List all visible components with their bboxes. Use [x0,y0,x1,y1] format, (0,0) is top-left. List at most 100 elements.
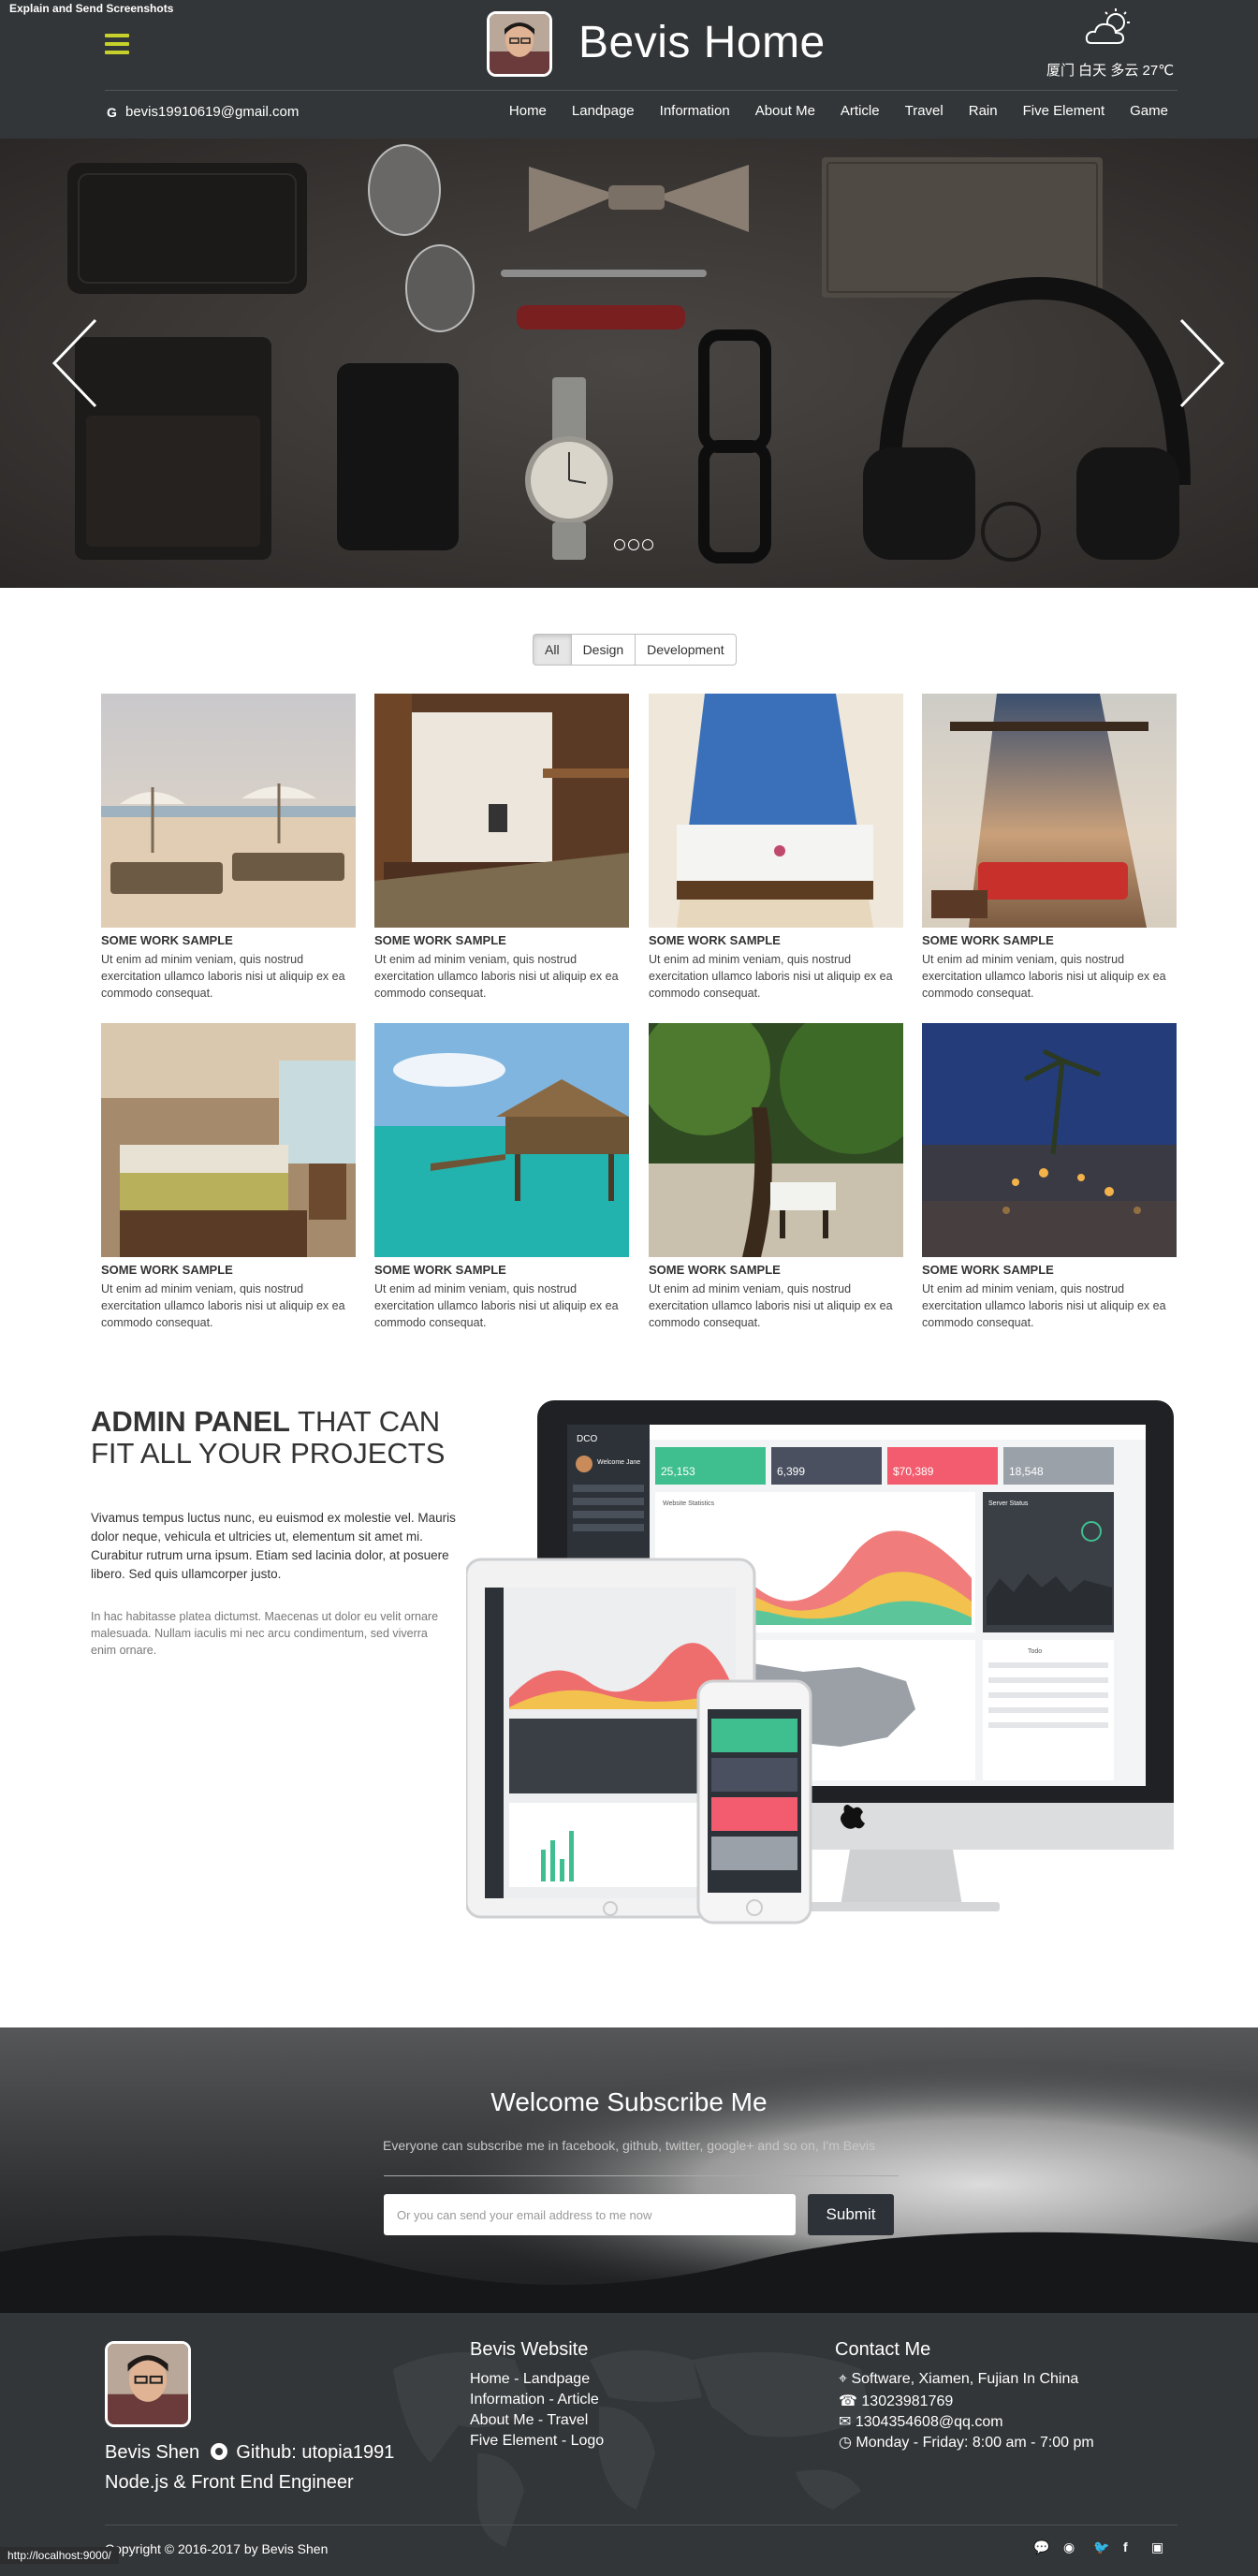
main-nav: Home Landpage Information About Me Artic… [484,103,1168,119]
footer-link[interactable]: Home - Landpage [470,2371,590,2388]
brand-avatar[interactable] [487,11,552,77]
portfolio-thumb[interactable] [101,694,356,928]
header-divider [105,90,1178,91]
cloudy-weather-icon [1085,8,1130,44]
portfolio-item[interactable]: SOME WORK SAMPLE Ut enim ad minim veniam… [374,694,629,1002]
footer-link[interactable]: Five Element - Logo [470,2433,604,2450]
envelope-icon: ✉ [839,2414,852,2430]
subscribe-subtitle: Everyone can subscribe me in facebook, g… [382,2138,876,2153]
admin-paragraph-muted: In hac habitasse platea dictumst. Maecen… [91,1610,439,1657]
portfolio-thumb[interactable] [649,1023,903,1257]
footer-github[interactable]: Github: utopia1991 [236,2442,394,2463]
portfolio-item-desc: Ut enim ad minim veniam, quis nostrud ex… [101,953,345,1000]
weibo-icon[interactable]: ◉ [1063,2539,1075,2555]
stormy-sea-background [0,2027,1258,2313]
portfolio-thumb[interactable] [374,694,629,928]
wechat-icon[interactable]: 💬 [1033,2539,1049,2555]
portfolio-item[interactable]: SOME WORK SAMPLE Ut enim ad minim veniam… [922,694,1177,1002]
browser-status-url: http://localhost:9000/ [0,2547,119,2564]
footer-avatar [105,2341,191,2427]
portfolio-item-desc: Ut enim ad minim veniam, quis nostrud ex… [101,1282,345,1329]
nav-about-me[interactable]: About Me [755,103,815,119]
footer-hours: ◷ Monday - Friday: 8:00 am - 7:00 pm [839,2433,1094,2452]
nav-article[interactable]: Article [841,103,880,119]
portfolio-item-title: SOME WORK SAMPLE [649,933,781,947]
footer-phone: ☎ 13023981769 [839,2392,953,2410]
google-icon: G [107,105,117,120]
twitter-icon[interactable]: 🐦 [1093,2539,1109,2555]
subscribe-submit-button[interactable]: Submit [808,2194,894,2235]
hero-image [67,144,1191,564]
portfolio-item[interactable]: SOME WORK SAMPLE Ut enim ad minim veniam… [649,694,903,1002]
dashboard-welcome: Welcome Jane [597,1459,640,1466]
nav-travel[interactable]: Travel [905,103,944,119]
facebook-icon[interactable]: f [1123,2539,1128,2554]
portfolio-item-title: SOME WORK SAMPLE [374,933,506,947]
footer-mail: ✉ 1304354608@qq.com [839,2412,1003,2431]
nav-landpage[interactable]: Landpage [572,103,635,119]
carousel-dot[interactable] [628,539,639,550]
portfolio-item-title: SOME WORK SAMPLE [101,1263,233,1277]
carousel-dot[interactable] [642,539,653,550]
footer-address: ⌖ Software, Xiamen, Fujian In China [839,2371,1078,2388]
brand-title[interactable]: Bevis Home [578,17,826,68]
admin-heading: ADMIN PANEL THAT CAN FIT ALL YOUR PROJEC… [91,1406,484,1470]
portfolio-item-title: SOME WORK SAMPLE [374,1263,506,1277]
subscribe-divider [384,2175,899,2176]
nav-rain[interactable]: Rain [969,103,998,119]
filter-design[interactable]: Design [570,634,636,666]
carousel-next-arrow-icon[interactable] [1172,316,1228,410]
nav-game[interactable]: Game [1130,103,1168,119]
weather-text: 厦门 白天 多云 27℃ [1046,63,1175,79]
portfolio-item-desc: Ut enim ad minim veniam, quis nostrud ex… [649,953,893,1000]
hero-carousel[interactable] [0,139,1258,588]
footer-phone-text: 13023981769 [861,2393,954,2409]
carousel-dot[interactable] [614,539,625,550]
top-overlay-note[interactable]: Explain and Send Screenshots [9,2,173,15]
dashboard-logo: DCO [577,1434,597,1444]
portfolio-thumb[interactable] [922,1023,1177,1257]
footer-contact-title: Contact Me [835,2339,931,2360]
dashboard-server-title: Server Status [988,1500,1029,1507]
subscribe-email-input[interactable] [384,2194,796,2235]
stat-value: 18,548 [1009,1465,1044,1478]
portfolio-thumb[interactable] [922,694,1177,928]
portfolio-item-title: SOME WORK SAMPLE [649,1263,781,1277]
portfolio-item[interactable]: SOME WORK SAMPLE Ut enim ad minim veniam… [374,1023,629,1331]
footer-mail-text[interactable]: 1304354608@qq.com [856,2414,1003,2430]
copyright: Copyright © 2016-2017 by Bevis Shen [105,2541,329,2556]
portfolio-item[interactable]: SOME WORK SAMPLE Ut enim ad minim veniam… [101,1023,356,1331]
filter-all[interactable]: All [533,634,572,666]
filter-development[interactable]: Development [635,634,737,666]
footer-role: Node.js & Front End Engineer [105,2472,354,2493]
footer-name: Bevis Shen [105,2442,200,2463]
menu-icon[interactable] [105,34,129,54]
portfolio-item[interactable]: SOME WORK SAMPLE Ut enim ad minim veniam… [922,1023,1177,1331]
stat-value: 6,399 [777,1465,805,1478]
stat-value: $70,389 [893,1465,934,1478]
portfolio-item-desc: Ut enim ad minim veniam, quis nostrud ex… [922,1282,1166,1329]
admin-paragraph: Vivamus tempus luctus nunc, eu euismod e… [91,1511,456,1581]
portfolio-thumb[interactable] [101,1023,356,1257]
portfolio-item-title: SOME WORK SAMPLE [922,933,1054,947]
dashboard-panel-title: Website Statistics [663,1500,715,1507]
portfolio-item[interactable]: SOME WORK SAMPLE Ut enim ad minim veniam… [649,1023,903,1331]
site-footer: Bevis Shen Github: utopia1991 Node.js & … [0,2313,1258,2576]
footer-hours-text: Monday - Friday: 8:00 am - 7:00 pm [856,2435,1094,2451]
nav-five-element[interactable]: Five Element [1023,103,1105,119]
stat-value: 25,153 [661,1465,695,1478]
nav-home[interactable]: Home [509,103,547,119]
portfolio-thumb[interactable] [649,694,903,928]
portfolio-thumb[interactable] [374,1023,629,1257]
portfolio-item-title: SOME WORK SAMPLE [922,1263,1054,1277]
instagram-icon[interactable]: ▣ [1151,2539,1163,2555]
nav-information[interactable]: Information [660,103,730,119]
github-icon [210,2443,227,2460]
portfolio-item[interactable]: SOME WORK SAMPLE Ut enim ad minim veniam… [101,694,356,1002]
footer-link[interactable]: Information - Article [470,2392,599,2408]
footer-website-title: Bevis Website [470,2339,589,2360]
footer-link[interactable]: About Me - Travel [470,2412,588,2429]
dashboard-todo-title: Todo [1028,1648,1042,1655]
carousel-prev-arrow-icon[interactable] [49,316,105,410]
header-email[interactable]: bevis19910619@gmail.com [125,104,299,120]
